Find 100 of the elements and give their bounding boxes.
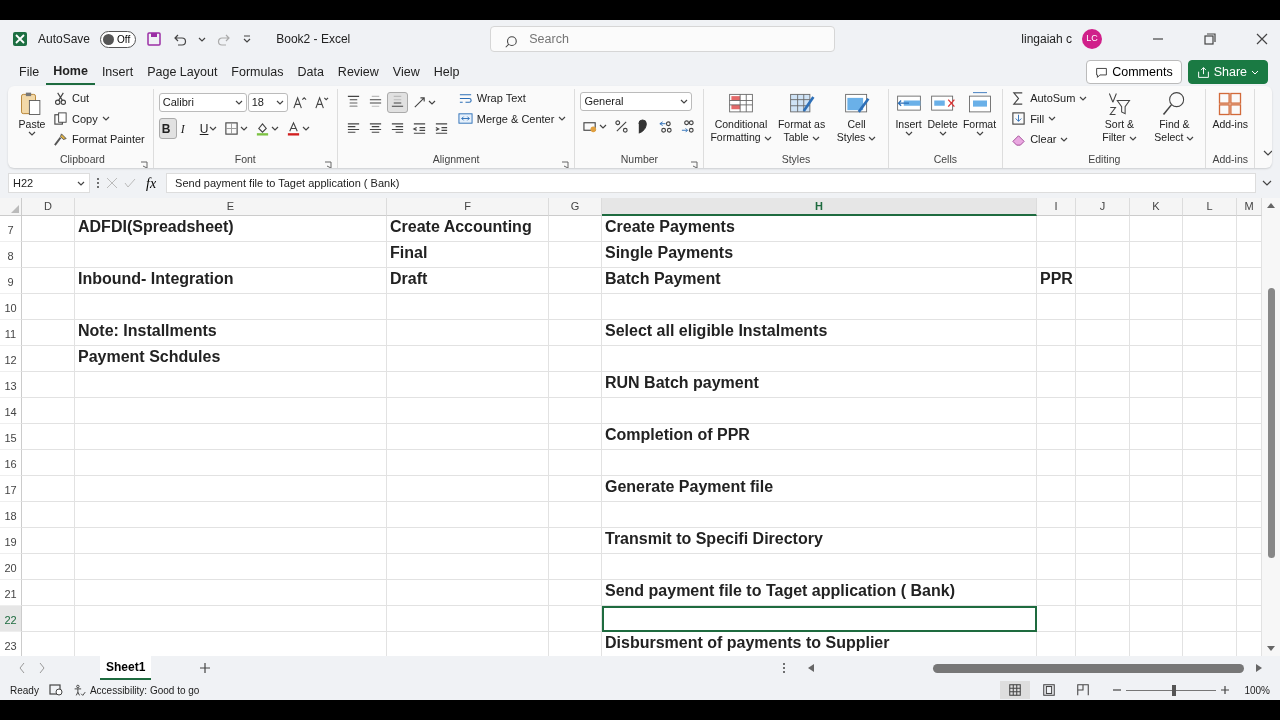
row-header[interactable]: 8 bbox=[0, 242, 22, 268]
paste-button[interactable]: Paste bbox=[17, 89, 47, 137]
column-header[interactable]: L bbox=[1183, 198, 1237, 216]
accessibility-button[interactable]: Accessibility: Good to go bbox=[72, 682, 200, 698]
row-header[interactable]: 12 bbox=[0, 346, 22, 372]
add-sheet-icon[interactable] bbox=[199, 662, 212, 674]
menu-tab[interactable]: Formulas bbox=[224, 59, 291, 85]
wrap-text-button[interactable]: Wrap Text bbox=[454, 89, 570, 108]
excel-logo-icon[interactable] bbox=[12, 31, 28, 47]
row-header[interactable]: 19 bbox=[0, 528, 22, 554]
insert-function-button[interactable]: fx bbox=[142, 172, 161, 194]
number-format-dropdown[interactable]: General bbox=[580, 92, 693, 111]
comments-button[interactable]: Comments bbox=[1086, 59, 1182, 85]
menu-tab[interactable]: Review bbox=[330, 59, 386, 85]
minimize-icon[interactable] bbox=[1152, 38, 1164, 40]
underline-button[interactable]: U bbox=[196, 118, 221, 139]
zoom-level[interactable]: 100% bbox=[1244, 682, 1270, 698]
restore-icon[interactable] bbox=[1204, 33, 1216, 45]
row-header[interactable]: 10 bbox=[0, 294, 22, 320]
merge-center-button[interactable]: Merge & Center bbox=[454, 109, 570, 128]
insert-button[interactable]: Insert bbox=[893, 89, 924, 137]
macro-recording-icon[interactable] bbox=[48, 684, 63, 696]
conditional-formatting-button[interactable]: Conditional Formatting bbox=[709, 89, 773, 145]
cut-button[interactable]: Cut bbox=[50, 89, 148, 108]
column-header[interactable]: M bbox=[1237, 198, 1262, 216]
scroll-down-icon[interactable] bbox=[1267, 646, 1275, 652]
italic-button[interactable]: I bbox=[177, 118, 196, 139]
menu-tab[interactable]: Data bbox=[290, 59, 331, 85]
column-header[interactable]: F bbox=[387, 198, 549, 216]
autosum-button[interactable]: AutoSum bbox=[1008, 89, 1091, 108]
menu-tab[interactable]: Insert bbox=[94, 59, 141, 85]
sort-filter-button[interactable]: Sort & Filter bbox=[1093, 89, 1146, 145]
column-header[interactable]: D bbox=[22, 198, 75, 216]
row-header[interactable]: 21 bbox=[0, 580, 22, 606]
row-header[interactable]: 20 bbox=[0, 554, 22, 580]
save-icon[interactable] bbox=[146, 31, 163, 47]
column-header[interactable]: J bbox=[1076, 198, 1130, 216]
find-select-button[interactable]: Find & Select bbox=[1148, 89, 1201, 145]
table-cell-text: Inbound- Integration bbox=[77, 269, 235, 289]
scroll-left-icon[interactable] bbox=[808, 664, 814, 672]
delete-button[interactable]: Delete bbox=[926, 89, 959, 137]
check-icon[interactable] bbox=[124, 177, 136, 189]
customize-toolbar-icon[interactable] bbox=[242, 34, 253, 44]
add-ins-button[interactable]: Add-ins bbox=[1211, 89, 1249, 132]
fill-button[interactable]: Fill bbox=[1008, 109, 1091, 128]
menu-tab[interactable]: Page Layout bbox=[140, 59, 225, 85]
comment-icon bbox=[1095, 65, 1109, 79]
row-header[interactable]: 18 bbox=[0, 502, 22, 528]
column-header[interactable]: G bbox=[549, 198, 602, 216]
search-field[interactable]: Search bbox=[490, 26, 836, 52]
collapse-ribbon-icon[interactable] bbox=[1263, 150, 1272, 158]
column-header[interactable]: I bbox=[1037, 198, 1076, 216]
row-header[interactable]: 14 bbox=[0, 398, 22, 424]
font-size-dropdown[interactable]: 18 bbox=[247, 93, 288, 112]
scroll-up-icon[interactable] bbox=[1267, 202, 1275, 208]
dialog-launcher-icon[interactable] bbox=[139, 160, 148, 168]
row-header[interactable]: 22 bbox=[0, 606, 22, 632]
column-header[interactable]: E bbox=[75, 198, 387, 216]
column-header[interactable]: H bbox=[602, 198, 1037, 216]
zoom-slider-thumb[interactable] bbox=[1172, 684, 1177, 696]
bold-button[interactable]: B bbox=[158, 118, 177, 139]
menu-tab[interactable]: View bbox=[385, 59, 427, 85]
format-painter-button[interactable]: Format Painter bbox=[50, 130, 148, 149]
dialog-launcher-icon[interactable] bbox=[561, 160, 570, 168]
more-options-icon[interactable] bbox=[96, 177, 100, 189]
row-header[interactable]: 11 bbox=[0, 320, 22, 346]
normal-view-button[interactable] bbox=[1000, 681, 1031, 699]
horizontal-scrollbar[interactable] bbox=[933, 663, 1244, 673]
align-bottom-button[interactable] bbox=[386, 92, 408, 113]
name-box[interactable]: H22 bbox=[8, 173, 90, 193]
clear-button[interactable]: Clear bbox=[1008, 130, 1091, 149]
row-header[interactable]: 17 bbox=[0, 476, 22, 502]
row-header[interactable]: 13 bbox=[0, 372, 22, 398]
font-name-dropdown[interactable]: Calibri bbox=[158, 93, 247, 112]
row-header[interactable]: 16 bbox=[0, 450, 22, 476]
dialog-launcher-icon[interactable] bbox=[323, 160, 332, 168]
row-header[interactable]: 7 bbox=[0, 216, 22, 242]
expand-icon[interactable] bbox=[1262, 179, 1272, 187]
account-avatar[interactable]: LC bbox=[1082, 29, 1102, 49]
format-table-button[interactable]: Format as Table bbox=[775, 89, 828, 145]
autosave-toggle[interactable]: Off bbox=[100, 30, 137, 48]
dialog-launcher-icon[interactable] bbox=[690, 160, 699, 168]
share-button[interactable]: Share bbox=[1187, 59, 1268, 85]
column-header[interactable]: K bbox=[1130, 198, 1183, 216]
row-header[interactable]: 9 bbox=[0, 268, 22, 294]
format-button[interactable]: Format bbox=[961, 89, 998, 137]
cell-styles-button[interactable]: Cell Styles bbox=[830, 89, 883, 145]
more-options-icon[interactable] bbox=[782, 662, 786, 674]
sheet-tab[interactable]: Sheet1 bbox=[100, 656, 152, 680]
caret-icon bbox=[275, 100, 284, 105]
formula-field[interactable]: Send payment file to Taget application ( Bank) bbox=[166, 173, 1256, 193]
close-icon[interactable] bbox=[1256, 33, 1268, 45]
zoom-in-icon[interactable] bbox=[1220, 685, 1231, 695]
cell-cursor[interactable] bbox=[602, 606, 1037, 632]
menu-tab[interactable]: Help bbox=[426, 59, 467, 85]
row-header[interactable]: 15 bbox=[0, 424, 22, 450]
vertical-scrollbar[interactable] bbox=[1267, 288, 1275, 558]
scroll-right-icon[interactable] bbox=[1256, 664, 1262, 672]
menu-tab[interactable]: File bbox=[12, 59, 47, 85]
copy-button[interactable]: Copy bbox=[50, 109, 148, 128]
